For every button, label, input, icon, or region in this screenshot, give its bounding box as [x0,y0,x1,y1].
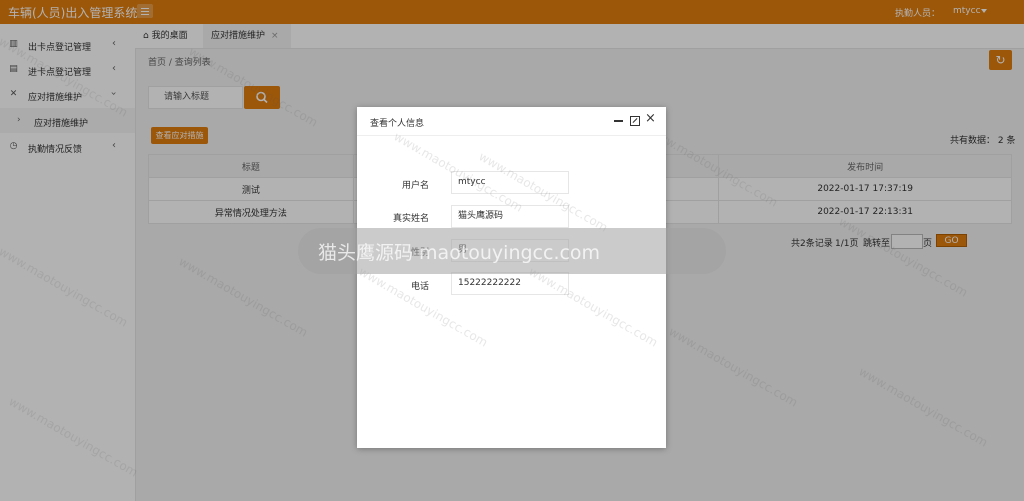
phone-field[interactable]: 15222222222 [451,272,569,295]
field-label-username: 用户名 [401,181,429,191]
maximize-icon[interactable] [630,116,640,126]
field-label-phone: 电话 [410,282,429,292]
dialog-header: 查看个人信息 × [357,107,666,136]
realname-field[interactable]: 猫头鹰源码 [451,205,569,228]
minimize-icon[interactable] [614,120,623,122]
field-label-realname: 真实姓名 [392,214,429,224]
username-field[interactable]: mtycc [451,171,569,194]
profile-dialog: 查看个人信息 × 用户名 mtycc 真实姓名 猫头鹰源码 性别 男 电话 15… [357,107,666,448]
close-icon[interactable]: × [645,112,656,126]
watermark-banner-text: 猫头鹰源码 maotouyingcc.com [318,242,601,264]
dialog-title: 查看个人信息 [370,119,425,129]
